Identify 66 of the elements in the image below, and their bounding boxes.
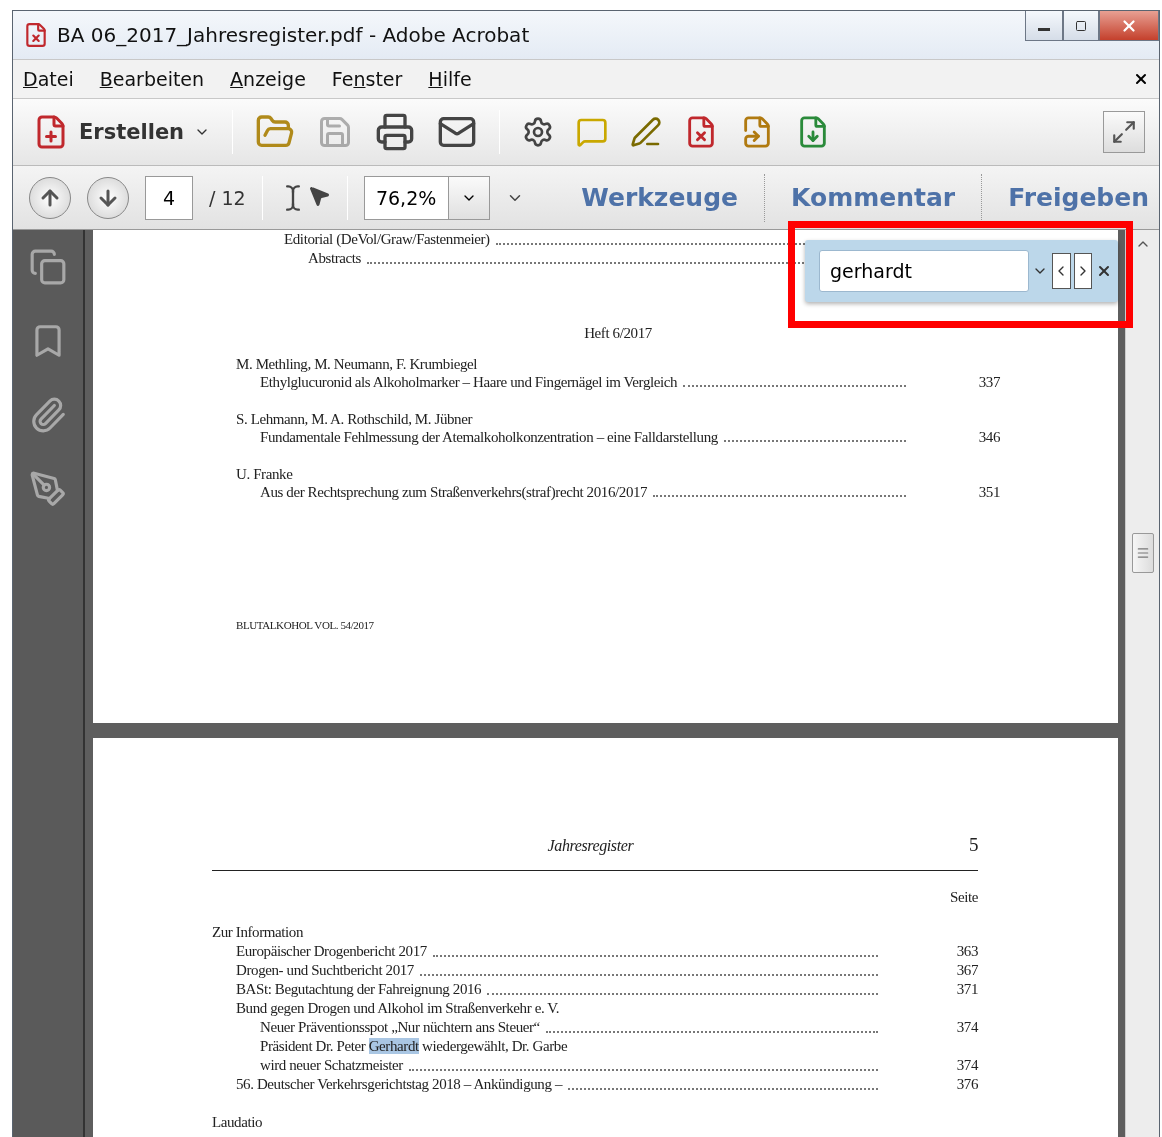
close-button[interactable] <box>1099 11 1159 41</box>
maximize-button[interactable] <box>1063 11 1099 41</box>
section-heading: Laudatio <box>212 1113 264 1132</box>
menu-item[interactable]: Fenster <box>331 68 403 90</box>
page-number-field[interactable]: 4 <box>145 175 193 220</box>
paperclip-icon[interactable] <box>29 396 67 434</box>
article-authors: S. Lehmann, M. A. Rothschild, M. Jübner <box>236 410 473 428</box>
previous-page-button[interactable] <box>29 176 71 219</box>
scroll-thumb[interactable] <box>1131 533 1154 573</box>
expand-button[interactable] <box>1103 111 1145 153</box>
menu-item[interactable]: Bearbeiten <box>99 68 205 90</box>
page-number: 346 <box>977 428 1000 446</box>
index-entry: wird neuer Schatzmeister <box>260 1056 403 1075</box>
pages-icon[interactable] <box>29 248 67 286</box>
section-heading: Zur Information <box>212 923 305 942</box>
page-number: 367 <box>955 961 978 980</box>
page-footer: BLUTALKOHOL VOL. 54/2017 <box>236 619 1000 631</box>
window-title: BA 06_2017_Jahresregister.pdf - Adobe Acrobat <box>57 23 531 47</box>
panel-tab[interactable]: Freigeben <box>981 173 1149 222</box>
page-number: 376 <box>955 1075 978 1094</box>
index-entry: Europäischer Drogenbericht 2017 <box>236 942 427 961</box>
article-authors: U. Franke <box>236 465 293 483</box>
panel-tab[interactable]: Werkzeuge <box>581 173 739 222</box>
pen-icon[interactable] <box>630 116 663 148</box>
page-number: 371 <box>955 980 978 999</box>
page-number: 351 <box>977 483 1000 501</box>
maximize-icon <box>1075 19 1087 32</box>
zoom-dropdown-button[interactable] <box>447 175 490 220</box>
index-entry: Präsident Dr. Peter Gerhardt wiedergewählt, Dr. Garbe <box>260 1037 568 1056</box>
index-entry: Editorial (DeVol/Graw/Fastenmeier) <box>284 230 490 249</box>
index-entry: Abstracts <box>308 249 362 268</box>
previous-result-button[interactable] <box>1051 253 1071 289</box>
menu-item[interactable]: Datei <box>23 68 74 90</box>
expand-arrows-icon <box>1111 119 1137 145</box>
article-title: Aus der Rechtsprechung zum Straßenverkehrs(straf)recht 2016/2017 <box>260 483 648 501</box>
zoom-field[interactable]: 76,2% <box>363 175 448 220</box>
minimize-icon <box>1038 28 1050 31</box>
signature-pen-icon[interactable] <box>29 470 67 508</box>
next-page-button[interactable] <box>87 176 129 219</box>
article-authors: M. Methling, M. Neumann, F. Krumbiegel <box>236 355 478 373</box>
minimize-button[interactable] <box>1025 11 1063 41</box>
printer-icon[interactable] <box>375 112 416 152</box>
close-icon[interactable] <box>1133 71 1149 87</box>
page-number: 363 <box>955 942 978 961</box>
page-count: / 12 <box>209 186 246 209</box>
create-button[interactable]: Erstellen <box>33 114 211 150</box>
article-title: Fundamentale Fehlmessung der Atemalkoholkonzentration – eine Falldarstellung <box>260 428 718 446</box>
article-title: Ethylglucuronid als Alkoholmarker – Haare und Fingernägel im Vergleich <box>260 373 678 391</box>
index-entry: Bund gegen Drogen und Alkohol im Straßenverkehr e. V. <box>236 999 560 1018</box>
menu-item[interactable]: Hilfe <box>428 68 472 90</box>
panel-tab[interactable]: Kommentar <box>764 173 956 222</box>
index-entry: Drogen- und Suchtbericht 2017 <box>236 961 414 980</box>
page-number: 374 <box>955 1018 978 1037</box>
running-title: Jahresregister <box>546 837 635 855</box>
next-result-button[interactable] <box>1073 253 1093 289</box>
page-number: 374 <box>955 1056 978 1075</box>
index-entry: BASt: Begutachtung der Fahreignung 2016 <box>236 980 482 999</box>
pdf-file-icon <box>23 22 49 48</box>
search-field[interactable]: gerhardt <box>819 250 1029 292</box>
index-entry: 56. Deutscher Verkehrsgerichtstag 2018 – Ankündigung – <box>236 1075 562 1094</box>
page-number: 5 <box>968 834 978 856</box>
page-number: 337 <box>977 373 1000 391</box>
section-heading: Heft 6/2017 <box>584 324 652 343</box>
menu-item[interactable]: Anzeige <box>230 68 306 90</box>
index-entry: Neuer Präventionsspot „Nur nüchtern ans Steuer“ <box>260 1018 540 1037</box>
column-heading: Seite <box>950 888 978 907</box>
